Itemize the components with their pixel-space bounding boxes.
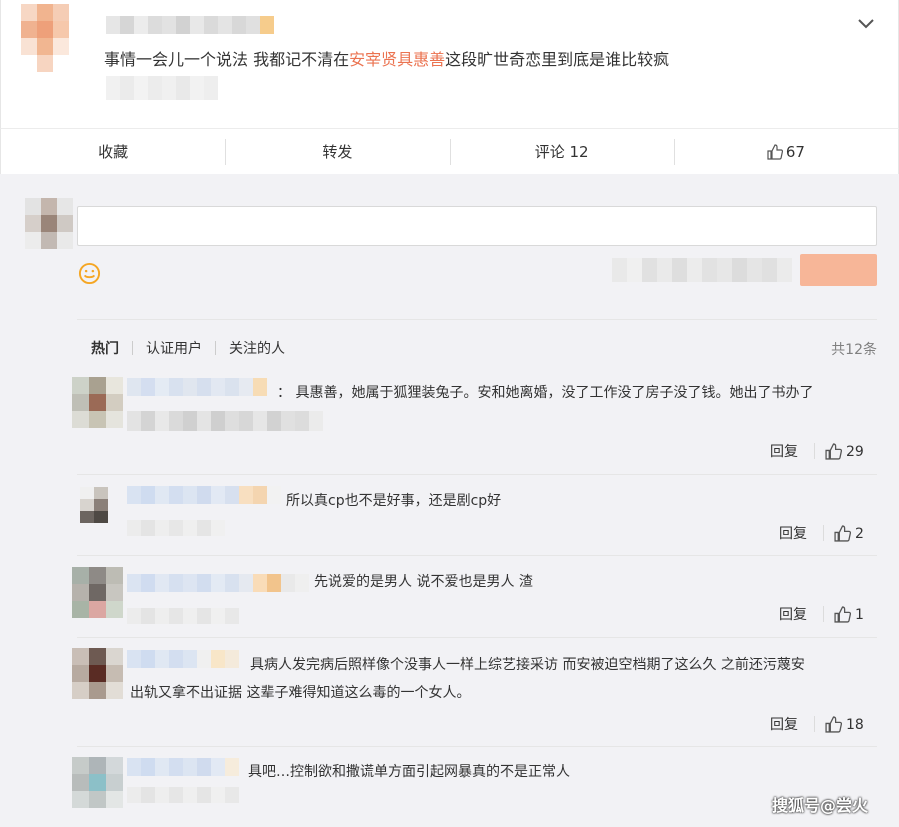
username[interactable] — [127, 758, 239, 776]
thumbs-up-icon — [825, 716, 842, 733]
like-count: 2 — [855, 525, 864, 542]
comment-text-line2: 出轨又拿不出证据 这辈子难得知道这么毒的一个女人。 — [130, 685, 471, 701]
reply-button[interactable]: 回复 — [770, 441, 798, 461]
post-text-part1: 事情一会儿一个说法 我都记不清在 — [104, 50, 350, 69]
reply-button[interactable]: 回复 — [770, 714, 798, 734]
thumbs-up-icon — [767, 143, 783, 160]
separator — [814, 443, 815, 459]
post-avatar[interactable] — [21, 4, 69, 72]
current-user-avatar — [25, 198, 73, 249]
avatar[interactable] — [72, 377, 123, 428]
username[interactable] — [127, 574, 309, 592]
comment-meta-obscured — [127, 787, 239, 803]
username[interactable] — [127, 378, 267, 396]
tab-following[interactable]: 关注的人 — [229, 338, 285, 358]
like-count: 1 — [855, 606, 864, 623]
tab-separator — [215, 341, 216, 355]
reply-button[interactable]: 回复 — [779, 523, 807, 543]
like-count: 29 — [846, 443, 864, 460]
username[interactable] — [127, 486, 281, 504]
avatar[interactable] — [80, 487, 108, 523]
comment-meta-obscured — [127, 608, 239, 624]
comment-button[interactable]: 评论 12 — [449, 129, 674, 175]
comment-item: 先说爱的是男人 说不爱也是男人 渣 回复 1 — [72, 556, 877, 638]
comment-item: 所以真cp也不是好事，还是剧cp好 回复 2 — [77, 475, 877, 556]
post-username[interactable] — [106, 16, 274, 34]
forward-label: 转发 — [322, 142, 353, 161]
comment-text-obscured — [127, 411, 323, 431]
comment-text: 具吧…控制欲和撒谎单方面引起网暴真的不是正常人 — [248, 764, 570, 780]
comment-text: ： 具惠善，她属于狐狸装兔子。安和她离婚，没了工作没了房子没了钱。她出了书办了 — [277, 385, 814, 401]
comment-text: 所以真cp也不是好事，还是剧cp好 — [286, 493, 502, 509]
comment-like-button[interactable]: 2 — [834, 525, 864, 542]
post-card: 事情一会儿一个说法 我都记不清在安宰贤具惠善这段旷世奇恋里到底是谁比较疯 — [0, 0, 899, 128]
post-text-topic-link[interactable]: 安宰贤具惠善 — [349, 50, 445, 69]
tab-hot[interactable]: 热门 — [91, 338, 119, 358]
username[interactable] — [127, 650, 239, 668]
forward-button[interactable]: 转发 — [225, 129, 449, 175]
separator — [823, 606, 824, 622]
chevron-down-icon[interactable] — [856, 14, 876, 34]
like-count: 18 — [846, 716, 864, 733]
comment-item: 具病人发完病后照样像个没事人一样上综艺接采访 而安被迫空档期了这么久 之前还污蔑… — [72, 638, 877, 747]
comment-text-line1: 具病人发完病后照样像个没事人一样上综艺接采访 而安被迫空档期了这么久 之前还污蔑… — [250, 657, 805, 673]
comment-filter-tabs: 热门 认证用户 关注的人 — [91, 338, 285, 358]
avatar[interactable] — [72, 648, 123, 699]
separator — [823, 525, 824, 541]
emoji-icon[interactable] — [78, 262, 101, 285]
reply-button[interactable]: 回复 — [779, 604, 807, 624]
avatar[interactable] — [72, 757, 123, 808]
comment-total: 共12条 — [831, 342, 877, 358]
tab-separator — [132, 341, 133, 355]
comment-like-button[interactable]: 18 — [825, 716, 864, 733]
thumbs-up-icon — [825, 443, 842, 460]
comment-text: 先说爱的是男人 说不爱也是男人 渣 — [314, 574, 533, 590]
divider — [77, 319, 877, 320]
comment-label: 评论 12 — [534, 142, 589, 161]
separator — [814, 716, 815, 732]
collect-label: 收藏 — [98, 142, 129, 161]
comment-like-button[interactable]: 1 — [834, 606, 864, 623]
thumbs-up-icon — [834, 606, 851, 623]
action-bar: 收藏 转发 评论 12 67 — [0, 128, 899, 174]
collect-button[interactable]: 收藏 — [1, 129, 225, 175]
thumbs-up-icon — [834, 525, 851, 542]
comment-like-button[interactable]: 29 — [825, 443, 864, 460]
comment-input[interactable] — [77, 206, 877, 246]
avatar[interactable] — [72, 567, 123, 618]
like-button[interactable]: 67 — [673, 129, 898, 175]
post-text-part2: 这段旷世奇恋里到底是谁比较疯 — [445, 50, 670, 69]
comment-item: 具吧…控制欲和撒谎单方面引起网暴真的不是正常人 — [72, 747, 877, 827]
like-count: 67 — [785, 142, 805, 161]
tab-verified-users[interactable]: 认证用户 — [146, 338, 202, 358]
comment-meta-obscured — [127, 520, 225, 536]
submit-comment-button[interactable] — [800, 254, 877, 286]
watermark: 搜狐号@尝火 — [772, 796, 869, 815]
sync-option[interactable] — [612, 258, 792, 282]
comment-item: ： 具惠善，她属于狐狸装兔子。安和她离婚，没了工作没了房子没了钱。她出了书办了 … — [72, 375, 877, 475]
post-meta — [106, 76, 218, 100]
post-text: 事情一会儿一个说法 我都记不清在安宰贤具惠善这段旷世奇恋里到底是谁比较疯 — [104, 46, 669, 70]
